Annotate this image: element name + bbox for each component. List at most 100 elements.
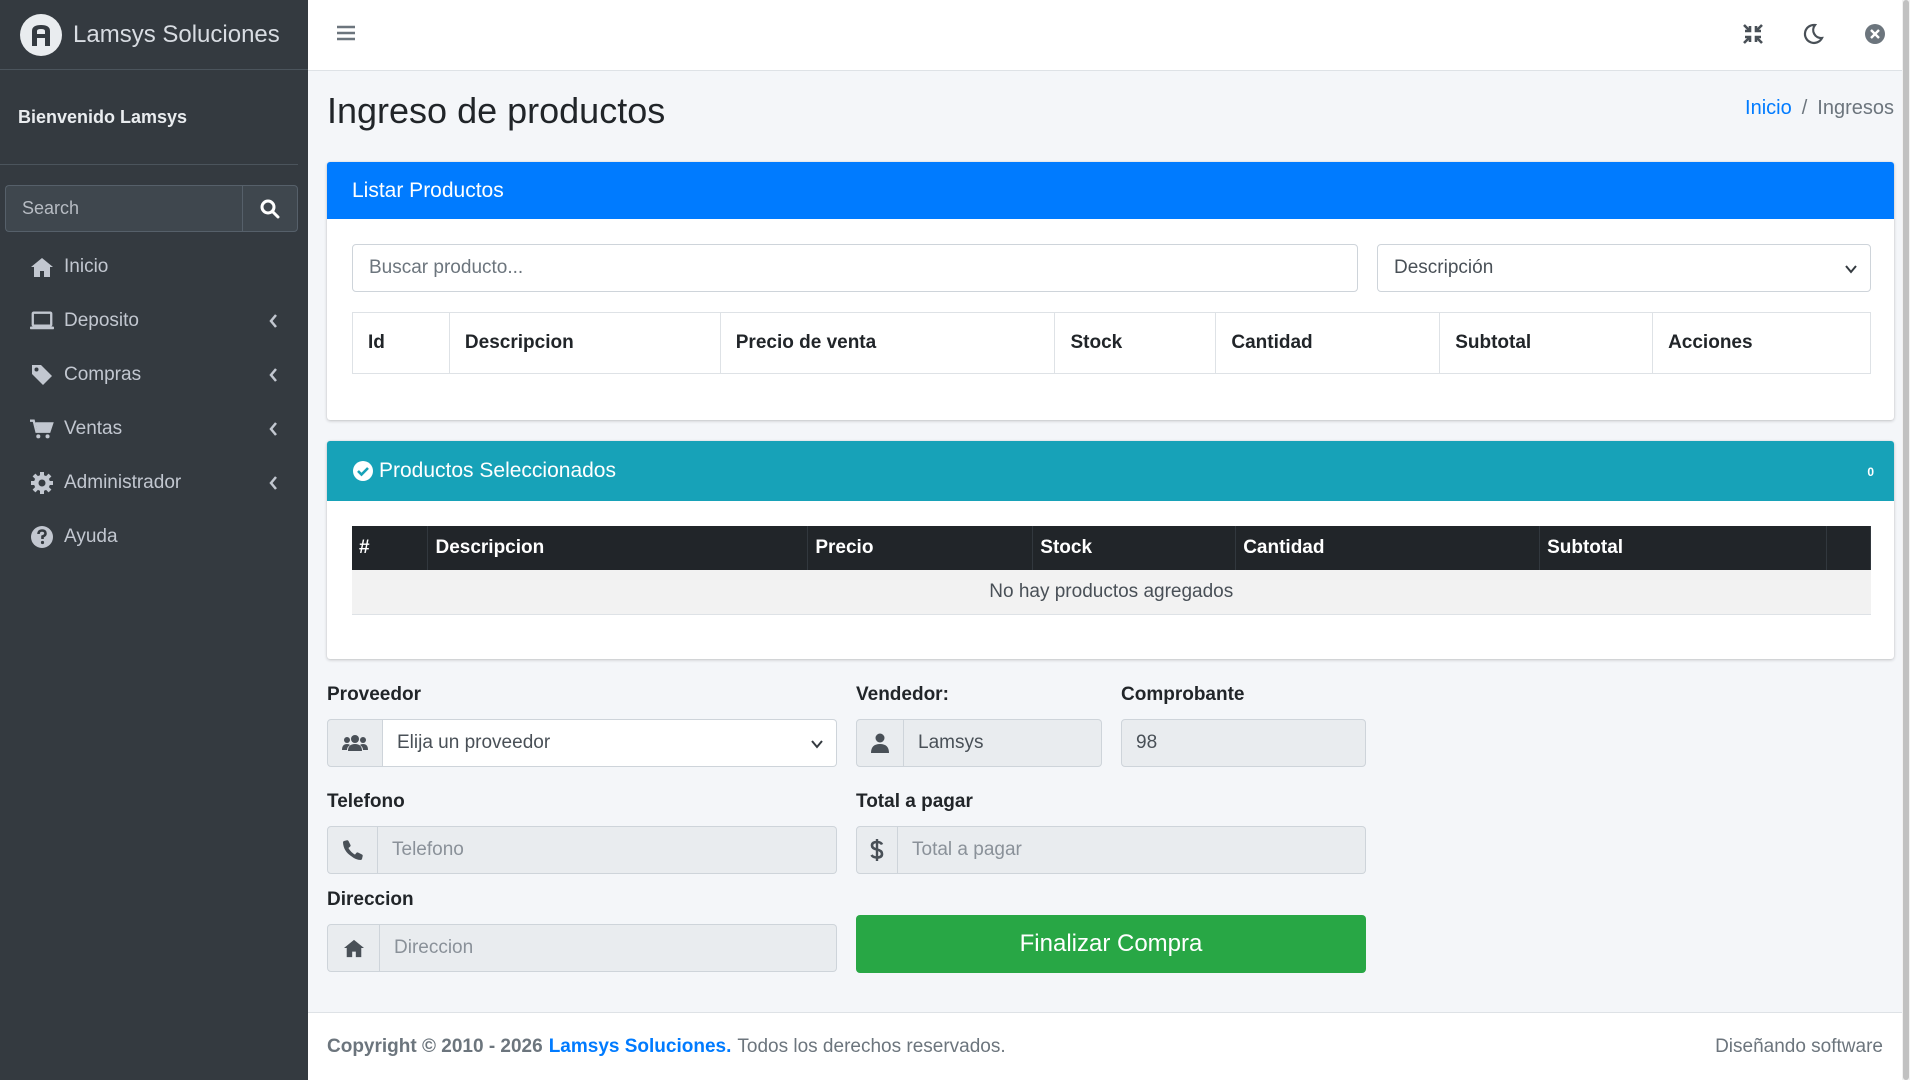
- breadcrumb: Inicio / Ingresos: [1745, 97, 1894, 120]
- list-products-header: Listar Productos: [327, 162, 1894, 219]
- comprobante-group: 98: [1121, 719, 1366, 767]
- fullscreen-button[interactable]: [1742, 23, 1764, 45]
- column-header: Descripcion: [427, 526, 809, 570]
- sidebar-item-ventas[interactable]: Ventas: [0, 402, 308, 456]
- column-header: [1826, 526, 1872, 570]
- direccion-group: Direccion: [327, 924, 837, 972]
- total-addon: [856, 826, 898, 874]
- sidebar-item-ayuda[interactable]: Ayuda: [0, 510, 308, 564]
- chevron-left-icon: [269, 476, 277, 490]
- telefono-label: Telefono: [327, 791, 405, 812]
- page-title: Ingreso de productos: [327, 90, 666, 131]
- sidebar-search-input[interactable]: Search: [5, 185, 242, 232]
- brand-link[interactable]: Lamsys Soluciones: [0, 0, 308, 70]
- home-icon: [343, 939, 364, 958]
- cart-icon: [30, 417, 54, 441]
- column-header: Cantidad: [1215, 312, 1441, 374]
- sidebar-item-deposito[interactable]: Deposito: [0, 294, 308, 348]
- footer-copyright: Copyright © 2010 - 2026: [327, 1035, 543, 1057]
- vendedor-group: Lamsys: [856, 719, 1102, 767]
- telefono-input[interactable]: Telefono: [378, 826, 837, 874]
- proveedor-select[interactable]: Elija un proveedor: [383, 719, 837, 767]
- table-row: No hay productos agregados: [352, 570, 1871, 615]
- sidebar-item-administrador[interactable]: Administrador: [0, 456, 308, 510]
- help-icon: [30, 525, 54, 549]
- search-filter-select[interactable]: Descripción: [1377, 244, 1871, 292]
- search-filter-value: Descripción: [1394, 257, 1494, 278]
- selected-products-header: Productos Seleccionados 0: [327, 441, 1894, 501]
- direccion-input[interactable]: Direccion: [380, 924, 837, 972]
- search-icon: [260, 199, 280, 218]
- proveedor-label: Proveedor: [327, 684, 421, 705]
- column-header: Cantidad: [1235, 526, 1541, 570]
- product-search-input[interactable]: Buscar producto...: [352, 244, 1358, 292]
- breadcrumb-current: Ingresos: [1817, 97, 1894, 119]
- total-label: Total a pagar: [856, 791, 973, 812]
- finalizar-compra-button[interactable]: Finalizar Compra: [856, 915, 1366, 973]
- user-welcome[interactable]: Bienvenido Lamsys: [18, 107, 187, 128]
- sidebar-item-label: Ayuda: [64, 526, 118, 547]
- sidebar-item-label: Ventas: [64, 418, 123, 439]
- telefono-group: Telefono: [327, 826, 837, 874]
- table-header-row: Id Descripcion Precio de venta Stock Can…: [352, 312, 1871, 374]
- chevron-left-icon: [269, 314, 277, 328]
- check-circle-icon: [353, 461, 373, 481]
- vendedor-addon: [856, 719, 904, 767]
- column-header: Acciones: [1652, 312, 1871, 374]
- user-icon: [871, 733, 889, 753]
- column-header: Descripcion: [448, 312, 721, 374]
- top-navbar: [308, 0, 1910, 71]
- hamburger-icon: [337, 25, 355, 41]
- chevron-down-icon: [1845, 265, 1857, 274]
- logout-button[interactable]: [1864, 23, 1886, 45]
- comprobante-field[interactable]: 98: [1121, 719, 1366, 767]
- direccion-label: Direccion: [327, 889, 414, 910]
- column-header: Stock: [1032, 526, 1237, 570]
- column-header: Id: [352, 312, 450, 374]
- dark-mode-toggle[interactable]: [1802, 23, 1824, 45]
- moon-icon: [1803, 23, 1824, 45]
- total-group: Total a pagar: [856, 826, 1366, 874]
- chevron-left-icon: [269, 368, 277, 382]
- laptop-icon: [30, 309, 54, 333]
- chevron-left-icon: [269, 422, 277, 436]
- footer-company-link[interactable]: Lamsys Soluciones.: [549, 1036, 732, 1058]
- sidebar-item-label: Administrador: [64, 472, 182, 493]
- sidebar-item-label: Inicio: [64, 256, 109, 277]
- breadcrumb-home-link[interactable]: Inicio: [1745, 97, 1792, 120]
- proveedor-group: Elija un proveedor: [327, 719, 837, 767]
- vendedor-field[interactable]: Lamsys: [904, 719, 1102, 767]
- direccion-addon: [327, 924, 380, 972]
- sidebar-item-inicio[interactable]: Inicio: [0, 240, 308, 294]
- users-icon: [342, 735, 368, 751]
- column-header: #: [352, 526, 429, 570]
- sidebar-item-label: Compras: [64, 364, 142, 385]
- selected-count-badge: 0: [1867, 465, 1874, 479]
- empty-message: No hay productos agregados: [352, 570, 1871, 615]
- sidebar-nav: Inicio Deposito Compras Ventas Administr…: [0, 240, 308, 564]
- sidebar-search-button[interactable]: [242, 185, 298, 232]
- brand-logo-icon: [20, 13, 62, 56]
- products-table: Id Descripcion Precio de venta Stock Can…: [352, 312, 1871, 374]
- footer-right-text: Diseñando software: [1715, 1035, 1883, 1057]
- compress-icon: [1743, 24, 1763, 44]
- column-header: Subtotal: [1539, 526, 1827, 570]
- scrollbar-thumb[interactable]: [1903, 0, 1909, 1080]
- menu-toggle-button[interactable]: [336, 23, 356, 43]
- sidebar-item-label: Deposito: [64, 310, 139, 331]
- dollar-icon: [870, 839, 884, 861]
- sidebar-item-compras[interactable]: Compras: [0, 348, 308, 402]
- selected-products-title: Productos Seleccionados: [379, 459, 616, 482]
- total-input[interactable]: Total a pagar: [898, 826, 1366, 874]
- list-products-title: Listar Productos: [352, 178, 504, 202]
- proveedor-addon: [327, 719, 383, 767]
- table-header-row: # Descripcion Precio Stock Cantidad Subt…: [352, 526, 1872, 570]
- phone-icon: [342, 840, 363, 860]
- chevron-down-icon: [811, 740, 823, 749]
- proveedor-select-value: Elija un proveedor: [397, 732, 551, 753]
- footer-rights: Todos los derechos reservados.: [737, 1035, 1006, 1057]
- gear-icon: [30, 471, 54, 495]
- page-scrollbar[interactable]: [1902, 0, 1910, 1080]
- brand-name: Lamsys Soluciones: [73, 20, 280, 48]
- sidebar-search: Search: [5, 185, 298, 232]
